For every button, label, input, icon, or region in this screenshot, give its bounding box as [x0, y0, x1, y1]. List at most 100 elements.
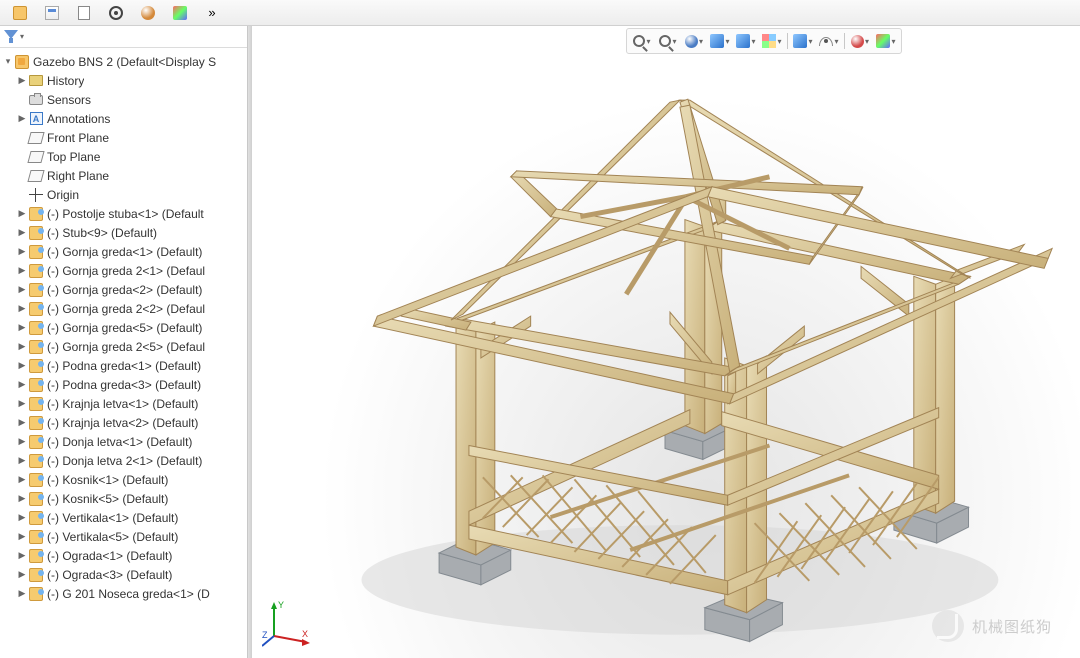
tree-item-label: Right Plane — [47, 169, 109, 183]
tree-item-label: (-) Postolje stuba<1> (Default — [47, 207, 204, 221]
expander-icon[interactable]: ▶ — [16, 303, 28, 314]
feature-tree: ▾ Gazebo BNS 2 (Default<Display S ▶Histo… — [0, 48, 247, 623]
graphics-viewport[interactable]: ▾▾▾▾▾▾▾▾▾▾ — [252, 26, 1080, 658]
expander-icon[interactable]: ▶ — [16, 75, 28, 86]
filter-icon — [4, 30, 18, 44]
tree-item[interactable]: ▶(-) Podna greda<3> (Default) — [0, 375, 247, 394]
camera-icon — [29, 95, 43, 105]
expander-icon[interactable]: ▶ — [16, 284, 28, 295]
tree-root-label: Gazebo BNS 2 (Default<Display S — [33, 55, 216, 69]
plane-icon — [27, 132, 44, 144]
part-icon — [29, 207, 43, 221]
expander-icon[interactable]: ▶ — [16, 588, 28, 599]
expander-icon[interactable]: ▶ — [16, 398, 28, 409]
tree-item-label: (-) Gornja greda 2<2> (Defaul — [47, 302, 205, 316]
tree-item[interactable]: ▶ (-) Kosnik<5> (Default) — [0, 489, 247, 508]
expander-icon[interactable]: ▶ — [16, 360, 28, 371]
prop-icon — [45, 6, 59, 20]
tree-item-label: (-) Donja letva<1> (Default) — [47, 435, 192, 449]
expander-icon[interactable]: ▶ — [16, 512, 28, 523]
tree-item[interactable]: ▶ (-) Ograda<3> (Default) — [0, 565, 247, 584]
filter-bar[interactable]: ▾ — [0, 26, 247, 48]
watermark-text: 机械图纸狗 — [972, 616, 1052, 637]
tree-item[interactable]: ▶Front Plane — [0, 128, 247, 147]
part-icon — [29, 492, 43, 506]
assembly-icon[interactable] — [6, 2, 34, 24]
tree-item[interactable]: ▶ (-) Kosnik<1> (Default) — [0, 470, 247, 489]
tree-item-label: (-) Ograda<3> (Default) — [47, 568, 172, 582]
tree-item[interactable]: ▶(-) Krajnja letva<2> (Default) — [0, 413, 247, 432]
filter-caret-icon: ▾ — [20, 32, 24, 41]
target-icon[interactable] — [102, 2, 130, 24]
tree-item[interactable]: ▶AAnnotations — [0, 109, 247, 128]
feature-tree-panel: ▾ ▾ Gazebo BNS 2 (Default<Display S ▶His… — [0, 26, 248, 658]
tree-item[interactable]: ▶ (-) Gornja greda 2<1> (Defaul — [0, 261, 247, 280]
tree-item-label: (-) Vertikala<5> (Default) — [47, 530, 178, 544]
tree-item-label: (-) Gornja greda<5> (Default) — [47, 321, 202, 335]
tree-item[interactable]: ▶(-) Gornja greda 2<5> (Defaul — [0, 337, 247, 356]
tree-item[interactable]: ▶Sensors — [0, 90, 247, 109]
origin-icon — [29, 188, 43, 202]
tree-item-label: (-) Gornja greda<2> (Default) — [47, 283, 202, 297]
tree-item[interactable]: ▶Right Plane — [0, 166, 247, 185]
tree-item[interactable]: ▶(-) Stub<9> (Default) — [0, 223, 247, 242]
triad-x-label: X — [302, 629, 308, 639]
tree-item-label: (-) Kosnik<5> (Default) — [47, 492, 168, 506]
expander-icon[interactable]: ▶ — [16, 341, 28, 352]
appearance-icon — [141, 6, 155, 20]
part-icon — [29, 530, 43, 544]
tree-item-label: (-) Gornja greda 2<1> (Defaul — [47, 264, 205, 278]
tree-item[interactable]: ▶Origin — [0, 185, 247, 204]
expander-icon[interactable]: ▶ — [16, 113, 28, 124]
overflow-button[interactable]: » — [198, 2, 226, 24]
tree-item[interactable]: ▶(-) Vertikala<1> (Default) — [0, 508, 247, 527]
orientation-triad[interactable]: Y X Z — [262, 598, 312, 648]
expander-icon[interactable]: ▶ — [16, 550, 28, 561]
tree-item-label: Origin — [47, 188, 79, 202]
part-icon — [29, 226, 43, 240]
part-icon — [29, 302, 43, 316]
part-icon — [29, 568, 43, 582]
part-icon — [29, 397, 43, 411]
expander-icon[interactable]: ▶ — [16, 322, 28, 333]
expander-icon[interactable]: ▶ — [16, 417, 28, 428]
expander-icon[interactable]: ▶ — [16, 436, 28, 447]
tree-item[interactable]: ▶ (-) Podna greda<1> (Default) — [0, 356, 247, 375]
expander-icon[interactable]: ▾ — [2, 56, 14, 67]
tree-item[interactable]: ▶ (-) Gornja greda<5> (Default) — [0, 318, 247, 337]
expander-icon[interactable]: ▶ — [16, 379, 28, 390]
tree-item[interactable]: ▶ (-) Gornja greda 2<2> (Defaul — [0, 299, 247, 318]
expander-icon[interactable]: ▶ — [16, 531, 28, 542]
prop-icon[interactable] — [38, 2, 66, 24]
tree-root[interactable]: ▾ Gazebo BNS 2 (Default<Display S — [0, 52, 247, 71]
tree-item[interactable]: ▶History — [0, 71, 247, 90]
palette-icon[interactable] — [166, 2, 194, 24]
doc-icon[interactable] — [70, 2, 98, 24]
expander-icon[interactable]: ▶ — [16, 265, 28, 276]
expander-icon[interactable]: ▶ — [16, 493, 28, 504]
triad-z-label: Z — [262, 630, 268, 640]
expander-icon[interactable]: ▶ — [16, 474, 28, 485]
tree-item[interactable]: ▶ (-) Gornja greda<2> (Default) — [0, 280, 247, 299]
tree-item[interactable]: ▶Top Plane — [0, 147, 247, 166]
tree-item-label: (-) Gornja greda<1> (Default) — [47, 245, 202, 259]
tree-item[interactable]: ▶(-) Krajnja letva<1> (Default) — [0, 394, 247, 413]
tree-item[interactable]: ▶(-) Ograda<1> (Default) — [0, 546, 247, 565]
tree-item[interactable]: ▶ (-) Gornja greda<1> (Default) — [0, 242, 247, 261]
tree-item[interactable]: ▶ (-) Vertikala<5> (Default) — [0, 527, 247, 546]
appearance-icon[interactable] — [134, 2, 162, 24]
expander-icon[interactable]: ▶ — [16, 227, 28, 238]
expander-icon[interactable]: ▶ — [16, 569, 28, 580]
expander-icon[interactable]: ▶ — [16, 208, 28, 219]
part-icon — [29, 321, 43, 335]
tree-item[interactable]: ▶(-) Donja letva 2<1> (Default) — [0, 451, 247, 470]
expander-icon[interactable]: ▶ — [16, 246, 28, 257]
tree-item-label: Annotations — [47, 112, 110, 126]
tree-item[interactable]: ▶ (-) Postolje stuba<1> (Default — [0, 204, 247, 223]
tree-item-label: (-) Kosnik<1> (Default) — [47, 473, 168, 487]
tree-item[interactable]: ▶(-) G 201 Noseca greda<1> (D — [0, 584, 247, 603]
tree-item-label: (-) Podna greda<1> (Default) — [47, 359, 201, 373]
part-icon — [29, 264, 43, 278]
expander-icon[interactable]: ▶ — [16, 455, 28, 466]
tree-item[interactable]: ▶ (-) Donja letva<1> (Default) — [0, 432, 247, 451]
